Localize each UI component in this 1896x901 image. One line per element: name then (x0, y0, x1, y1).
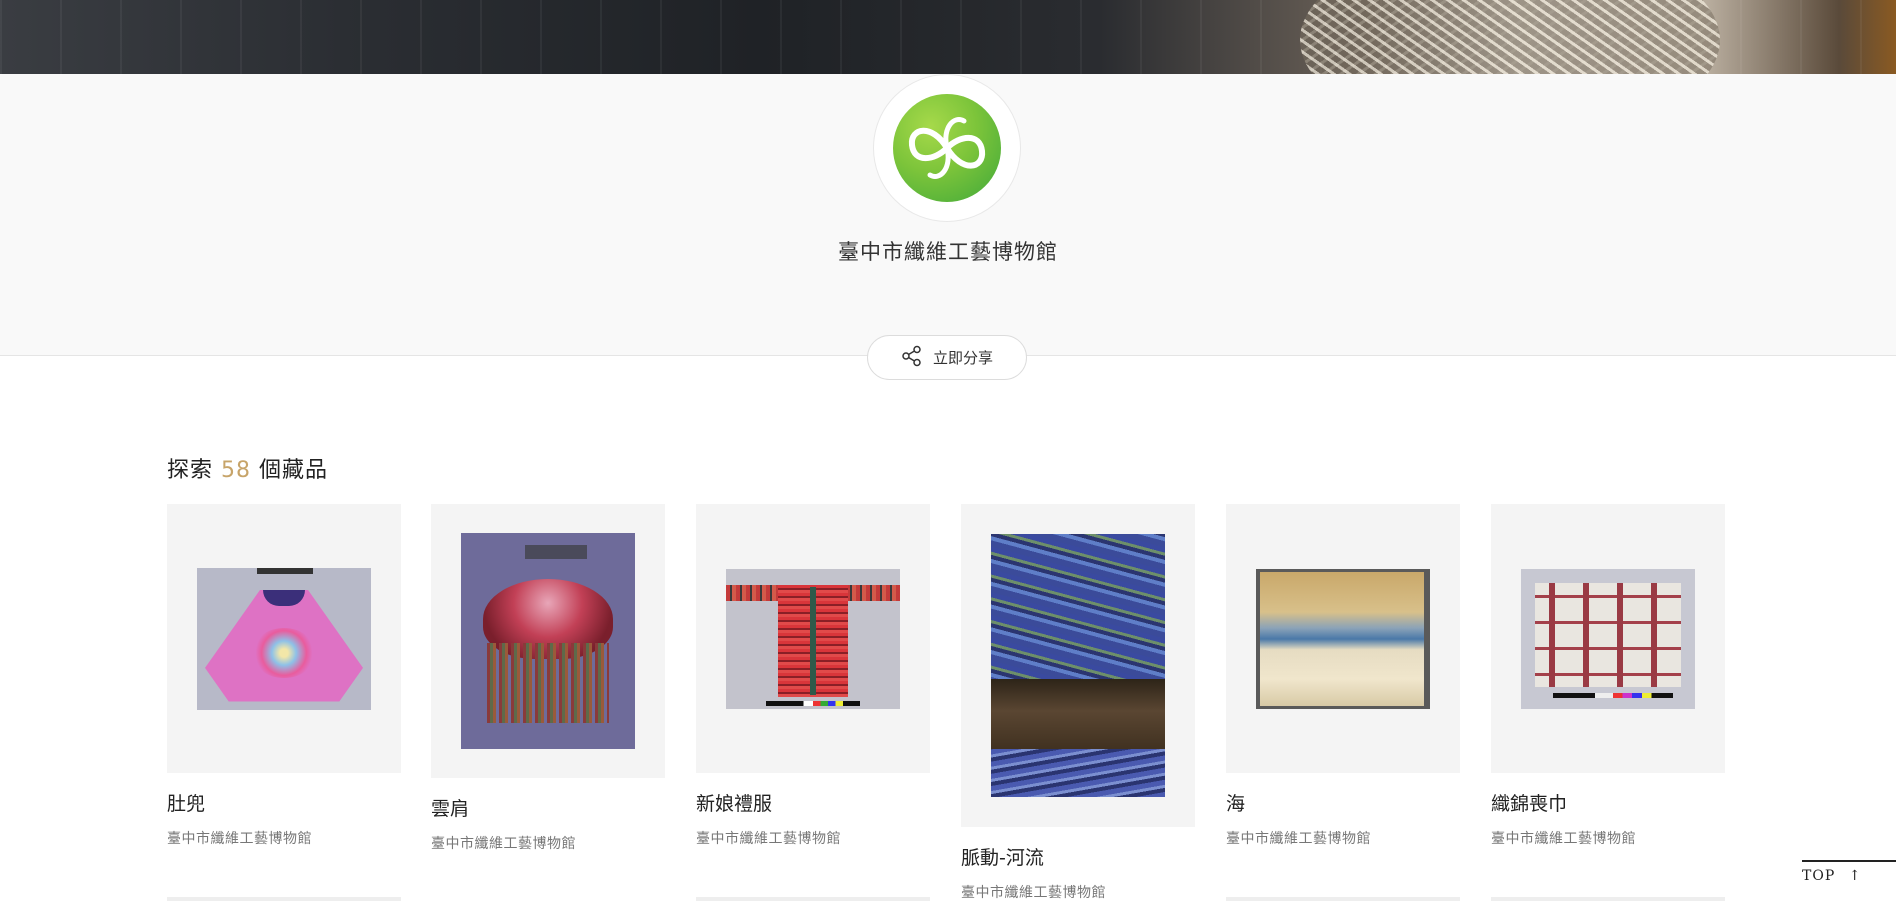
artwork-image (461, 533, 635, 749)
next-row-card-edge (1491, 897, 1725, 901)
card-owner: 臺中市纖維工藝博物館 (431, 836, 576, 852)
cover-banner (0, 0, 1896, 74)
collection-card[interactable]: 肚兜 臺中市纖維工藝博物館 (167, 504, 401, 848)
artwork-image (1256, 568, 1430, 709)
card-image[interactable] (167, 504, 401, 773)
card-title[interactable]: 脈動-河流 (961, 843, 1195, 870)
share-button[interactable]: 立即分享 (867, 335, 1027, 380)
share-label: 立即分享 (932, 349, 993, 367)
artwork-image (197, 567, 371, 710)
card-title[interactable]: 肚兜 (167, 789, 401, 816)
artwork-image (991, 534, 1165, 797)
collection-card[interactable]: 新娘禮服 臺中市纖維工藝博物館 (696, 504, 930, 848)
museum-name: 臺中市纖維工藝博物館 (838, 240, 1058, 264)
collection-heading: 探索 58 個藏品 (167, 452, 328, 484)
card-owner: 臺中市纖維工藝博物館 (1491, 831, 1636, 847)
explore-prefix: 探索 (167, 458, 214, 483)
card-image[interactable] (431, 504, 665, 778)
next-row-card-edge (167, 897, 401, 901)
banner-woven-sculpture (1300, 0, 1720, 74)
card-image[interactable] (696, 504, 930, 773)
collection-card[interactable]: 雲肩 臺中市纖維工藝博物館 (431, 504, 665, 853)
card-title[interactable]: 海 (1226, 789, 1460, 816)
back-to-top-button[interactable]: TOP ↑ (1802, 860, 1896, 890)
museum-logo (873, 74, 1021, 222)
collection-card[interactable]: 脈動-河流 臺中市纖維工藝博物館 (961, 504, 1195, 901)
card-owner: 臺中市纖維工藝博物館 (696, 831, 841, 847)
logo-ribbon-icon (893, 94, 1001, 202)
card-image[interactable] (1226, 504, 1460, 773)
card-image[interactable] (1491, 504, 1725, 773)
share-icon (901, 345, 923, 371)
artwork-image (726, 568, 900, 709)
artwork-image (1521, 568, 1695, 709)
arrow-up-icon: ↑ (1848, 868, 1862, 884)
card-title[interactable]: 雲肩 (431, 794, 665, 821)
next-row-card-edge (696, 897, 930, 901)
card-title[interactable]: 織錦喪巾 (1491, 789, 1725, 816)
card-owner: 臺中市纖維工藝博物館 (1226, 831, 1371, 847)
museum-header: 臺中市纖維工藝博物館 立即分享 (0, 74, 1896, 380)
top-label: TOP (1802, 868, 1836, 884)
card-title[interactable]: 新娘禮服 (696, 789, 930, 816)
next-row-card-edge (1226, 897, 1460, 901)
collection-card[interactable]: 織錦喪巾 臺中市纖維工藝博物館 (1491, 504, 1725, 848)
card-image[interactable] (961, 504, 1195, 827)
collection-count: 58 (221, 458, 252, 483)
collection-card[interactable]: 海 臺中市纖維工藝博物館 (1226, 504, 1460, 848)
card-owner: 臺中市纖維工藝博物館 (167, 831, 312, 847)
card-owner: 臺中市纖維工藝博物館 (961, 885, 1106, 901)
explore-suffix: 個藏品 (259, 458, 329, 483)
